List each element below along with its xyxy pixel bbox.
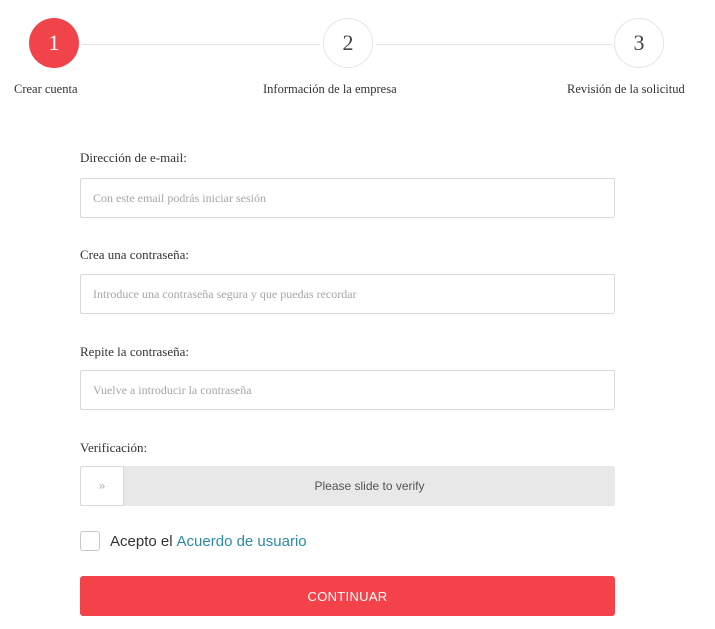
- step-1-label: Crear cuenta: [14, 82, 78, 96]
- verification-label: Verificación:: [80, 440, 148, 455]
- step-1-circle: 1: [29, 18, 79, 68]
- stepper-connector-2-3: [376, 44, 612, 45]
- terms-checkbox[interactable]: [80, 531, 100, 551]
- email-label: Dirección de e-mail:: [80, 150, 187, 165]
- continue-button[interactable]: CONTINUAR: [80, 576, 615, 616]
- slide-verification-track[interactable]: » Please slide to verify: [80, 466, 615, 506]
- step-3-circle: 3: [614, 18, 664, 68]
- email-field[interactable]: [80, 178, 615, 218]
- repeat-password-label: Repite la contraseña:: [80, 344, 190, 359]
- progress-stepper: 1 2 3 Crear cuenta Información de la emp…: [0, 0, 715, 110]
- terms-text: Acepto el: [110, 532, 173, 550]
- step-3-label: Revisión de la solicitud: [567, 82, 685, 96]
- step-2-label: Información de la empresa: [263, 82, 397, 96]
- step-2-circle: 2: [323, 18, 373, 68]
- double-chevron-right-icon[interactable]: »: [80, 466, 124, 506]
- terms-row: Acepto el Acuerdo de usuario: [80, 530, 307, 552]
- repeat-password-field[interactable]: [80, 370, 615, 410]
- password-field[interactable]: [80, 274, 615, 314]
- user-agreement-link[interactable]: Acuerdo de usuario: [177, 533, 307, 550]
- password-label: Crea una contraseña:: [80, 247, 190, 262]
- stepper-connector-1-2: [82, 44, 320, 45]
- slide-verification-text: Please slide to verify: [314, 479, 425, 493]
